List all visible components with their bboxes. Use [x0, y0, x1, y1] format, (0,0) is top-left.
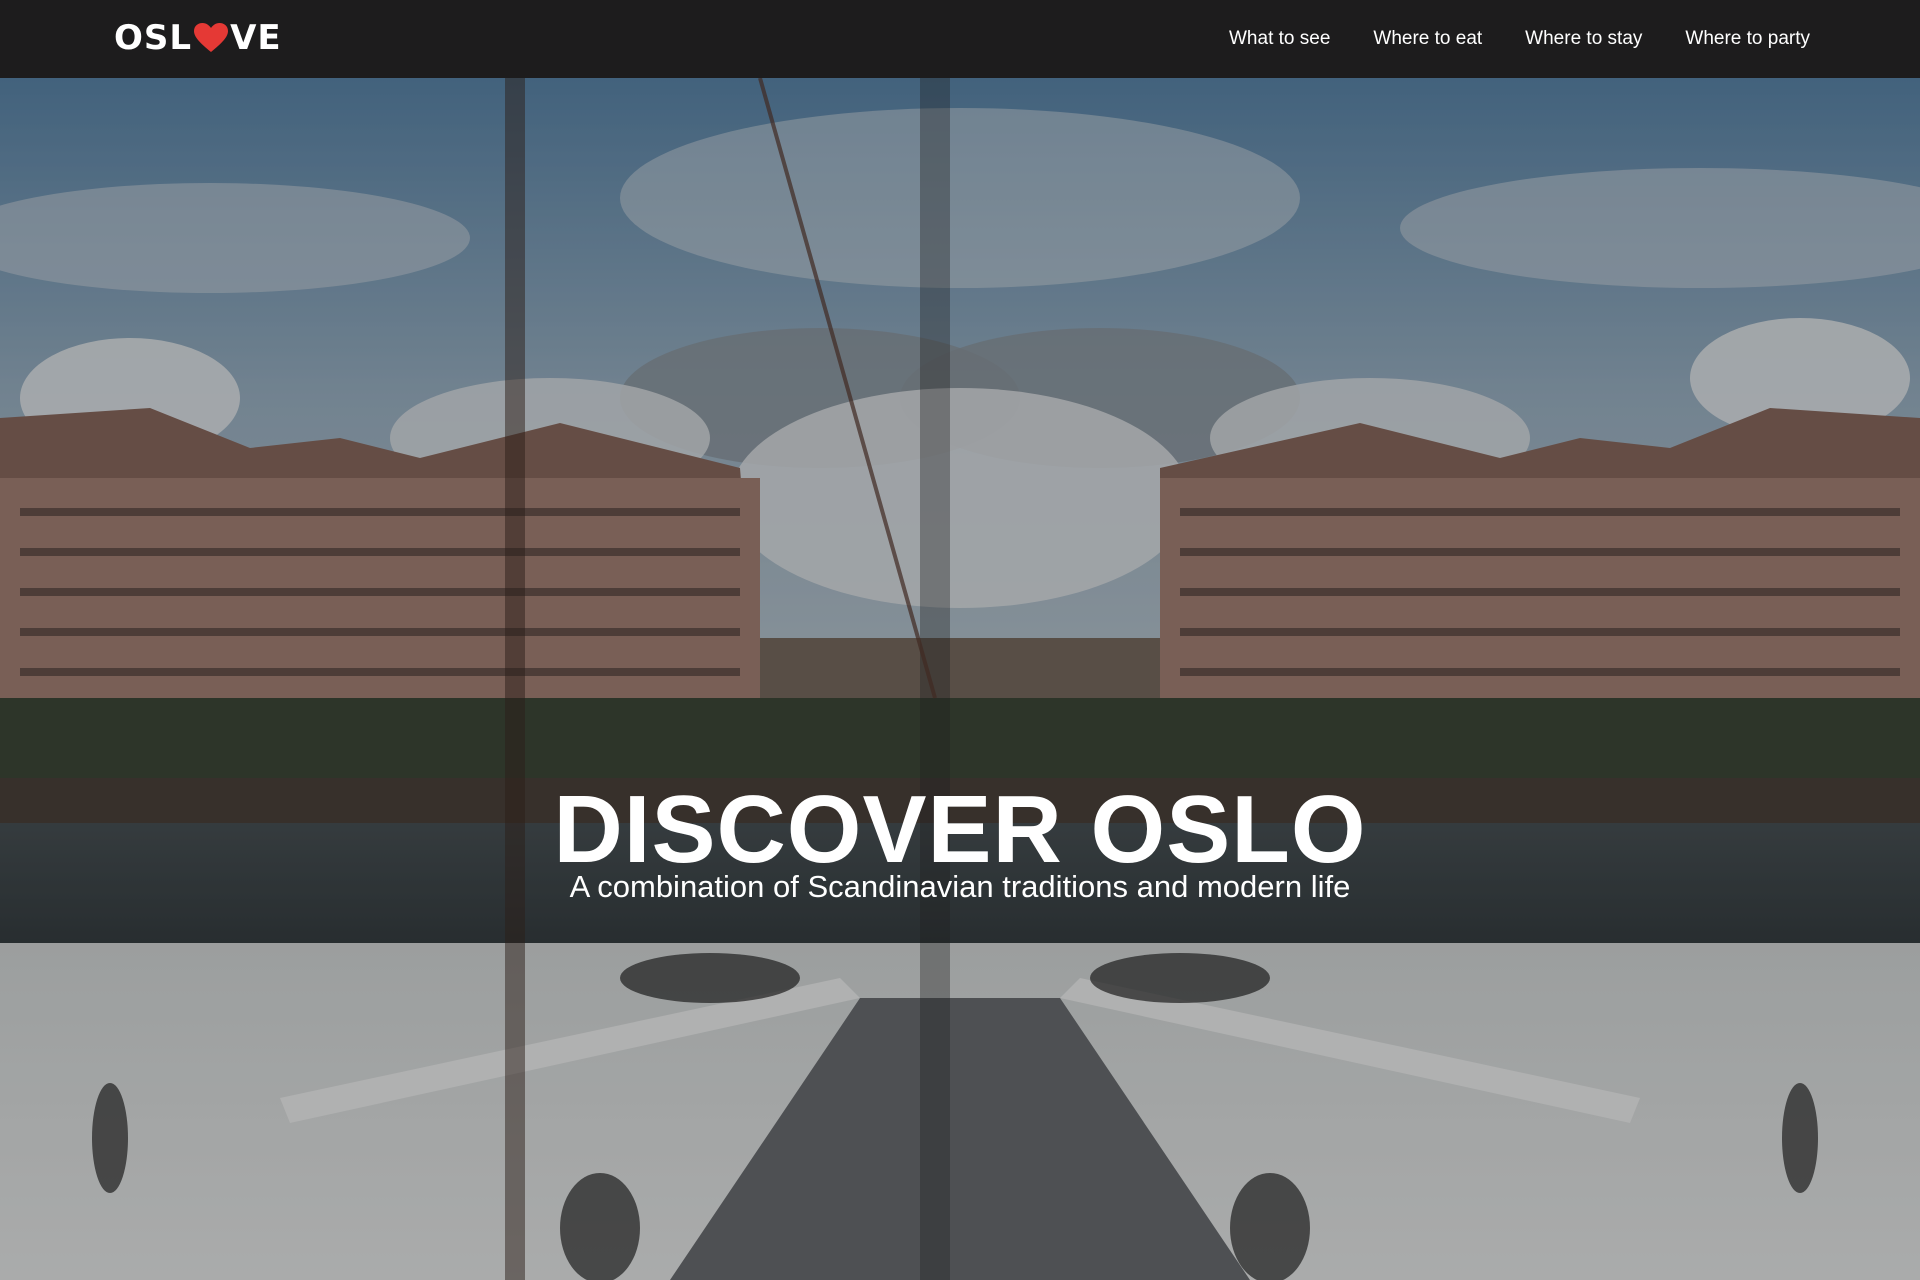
heart-icon	[194, 23, 229, 52]
main-nav: What to see Where to eat Where to stay W…	[1229, 0, 1810, 78]
hero-subtitle: A combination of Scandinavian traditions…	[569, 869, 1351, 904]
nav-link-where-to-party[interactable]: Where to party	[1685, 28, 1810, 50]
hero-dark-overlay	[0, 78, 1920, 1280]
nav-link-where-to-eat[interactable]: Where to eat	[1373, 28, 1482, 50]
logo-text-suffix: VE	[230, 18, 282, 58]
hero-title: DISCOVER OSLO	[553, 776, 1367, 884]
site-logo[interactable]: OSL VE	[114, 18, 282, 58]
nav-link-where-to-stay[interactable]: Where to stay	[1525, 28, 1642, 50]
top-navbar: OSL VE What to see Where to eat Where to…	[0, 0, 1920, 78]
hero-section: DISCOVER OSLO A combination of Scandinav…	[0, 78, 1920, 1280]
nav-link-what-to-see[interactable]: What to see	[1229, 28, 1330, 50]
logo-text-prefix: OSL	[114, 18, 193, 58]
